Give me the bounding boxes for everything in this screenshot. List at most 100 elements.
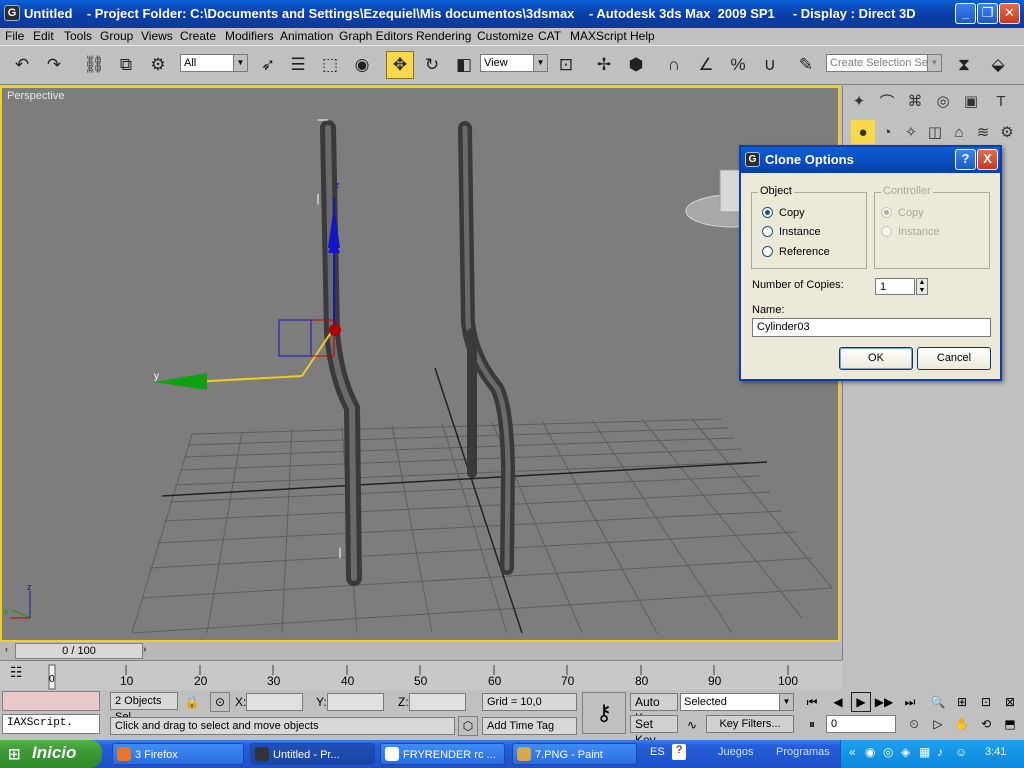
help-button[interactable]: ?	[955, 149, 976, 170]
x-coordinate-field[interactable]	[246, 693, 303, 711]
lights-icon[interactable]: ✧	[899, 120, 923, 144]
menu-create[interactable]: Create	[180, 29, 216, 43]
dialog-close-button[interactable]: X	[977, 149, 998, 170]
absolute-mode-icon[interactable]: ⊙	[210, 692, 230, 712]
display-tab-icon[interactable]: ▣	[959, 89, 983, 113]
mirror-icon[interactable]: ⧗	[950, 51, 978, 79]
close-button[interactable]: ✕	[999, 3, 1020, 24]
selection-set-input[interactable]: Create Selection Set ▼	[826, 54, 942, 72]
select-object-icon[interactable]: ➶	[254, 51, 282, 79]
menu-rendering[interactable]: Rendering	[416, 29, 471, 43]
menu-tools[interactable]: Tools	[64, 29, 92, 43]
go-to-start-icon[interactable]: ⏮	[802, 692, 822, 712]
auto-key-button[interactable]: Auto Key	[630, 693, 678, 725]
zoom-icon[interactable]: 🔍	[928, 692, 948, 712]
bind-space-warp-icon[interactable]: ⚙	[144, 51, 172, 79]
edit-named-selection-icon[interactable]: ✎	[792, 51, 820, 79]
key-mode-toggle-icon[interactable]: ⏸	[802, 714, 822, 734]
undo-icon[interactable]: ↶	[8, 51, 36, 79]
systems-icon[interactable]: ⚙	[995, 120, 1019, 144]
select-and-move-icon[interactable]: ✥	[386, 51, 414, 79]
menu-views[interactable]: Views	[141, 29, 173, 43]
spinner-snap-icon[interactable]: ∪	[756, 51, 784, 79]
next-frame-icon[interactable]: ›	[143, 644, 153, 658]
perspective-viewport[interactable]: Perspective y z z x	[0, 86, 840, 642]
field-of-view-icon[interactable]: ▷	[928, 714, 948, 734]
select-and-scale-icon[interactable]: ◧	[450, 51, 478, 79]
select-by-name-icon[interactable]: ☰	[284, 51, 312, 79]
zoom-extents-icon[interactable]: ⊡	[976, 692, 996, 712]
spacewarps-icon[interactable]: ≋	[971, 120, 995, 144]
motion-tab-icon[interactable]: ◎	[931, 89, 955, 113]
geometry-icon[interactable]: ●	[851, 120, 875, 144]
time-tag-icon[interactable]: ⬡	[458, 716, 478, 736]
select-link-icon[interactable]: ⛓	[80, 51, 108, 79]
tray-network-icon[interactable]: ◎	[883, 745, 893, 759]
menu-edit[interactable]: Edit	[33, 29, 54, 43]
snap-3d-icon[interactable]: ∩	[660, 51, 688, 79]
play-icon[interactable]: ▶	[851, 692, 871, 712]
copies-input[interactable]: 1	[875, 278, 915, 295]
cameras-icon[interactable]: ◫	[923, 120, 947, 144]
key-mode-dropdown[interactable]: Selected ▼	[680, 693, 794, 711]
percent-snap-icon[interactable]: %	[724, 51, 752, 79]
tray-expand-icon[interactable]: «	[849, 745, 856, 759]
maxscript-mini-listener[interactable]: IAXScript.	[2, 714, 100, 734]
track-bar[interactable]: ☷ 0 10 20 30 40 50 60 70 80 90 100	[0, 660, 842, 690]
menu-customize[interactable]: Customize	[477, 29, 534, 43]
task-firefox[interactable]: 3 Firefox	[112, 743, 244, 765]
set-key-icon[interactable]: ⚷	[582, 692, 626, 734]
app-icon[interactable]: G	[4, 5, 20, 21]
angle-snap-icon[interactable]: ∠	[692, 51, 720, 79]
reference-radio[interactable]: Reference	[762, 246, 830, 258]
y-coordinate-field[interactable]	[327, 693, 384, 711]
select-and-rotate-icon[interactable]: ↻	[418, 51, 446, 79]
go-to-end-icon[interactable]: ⏭	[900, 692, 920, 712]
menu-cat[interactable]: CAT	[538, 29, 561, 43]
create-tab-icon[interactable]: ✦	[847, 89, 871, 113]
hierarchy-tab-icon[interactable]: ⌘	[903, 89, 927, 113]
menu-modifiers[interactable]: Modifiers	[225, 29, 274, 43]
key-tangent-icon[interactable]: ∿	[682, 715, 702, 735]
set-key-button[interactable]: Set Key	[630, 715, 678, 747]
maxscript-listener-color[interactable]	[2, 691, 100, 711]
copies-spinner[interactable]: ▲ ▼	[916, 278, 928, 295]
minimize-button[interactable]: _	[955, 3, 976, 24]
redo-icon[interactable]: ↷	[40, 51, 68, 79]
quicklaunch-games[interactable]: Juegos	[718, 746, 753, 758]
menu-maxscript[interactable]: MAXScript	[570, 29, 627, 43]
helpers-icon[interactable]: ⌂	[947, 120, 971, 144]
add-time-tag-button[interactable]: Add Time Tag	[482, 717, 577, 735]
menu-animation[interactable]: Animation	[280, 29, 333, 43]
keyboard-shortcut-icon[interactable]: ⬢	[622, 51, 650, 79]
manipulate-icon[interactable]: ✢	[590, 51, 618, 79]
selection-filter-dropdown[interactable]: All ▼	[180, 54, 248, 72]
start-button[interactable]: ⊞ Inicio	[0, 740, 102, 768]
task-paint[interactable]: 7.PNG - Paint	[512, 743, 637, 765]
instance-radio[interactable]: Instance	[762, 226, 821, 238]
next-frame-button-icon[interactable]: ▶▶	[874, 692, 894, 712]
help-icon[interactable]: ?	[672, 744, 686, 760]
zoom-all-icon[interactable]: ⊞	[952, 692, 972, 712]
pivot-center-icon[interactable]: ⊡	[552, 51, 580, 79]
zoom-extents-all-icon[interactable]: ⊠	[1000, 692, 1020, 712]
shapes-icon[interactable]: ◔	[875, 120, 899, 144]
task-3dsmax[interactable]: Untitled - Pr...	[250, 743, 375, 765]
utilities-tab-icon[interactable]: T	[989, 89, 1013, 113]
key-filters-button[interactable]: Key Filters...	[706, 715, 794, 733]
time-slider[interactable]: ‹ 0 / 100 ›	[0, 642, 842, 660]
reference-coord-dropdown[interactable]: View ▼	[480, 54, 548, 72]
lock-selection-icon[interactable]: 🔒	[182, 692, 202, 712]
maximize-button[interactable]: ❐	[977, 3, 998, 24]
modify-tab-icon[interactable]: ⌒	[875, 89, 899, 113]
ok-button[interactable]: OK	[839, 347, 913, 370]
current-frame-field[interactable]: 0	[826, 715, 896, 733]
menu-group[interactable]: Group	[100, 29, 133, 43]
copy-radio[interactable]: Copy	[762, 207, 805, 219]
tray-app-icon[interactable]: ◉	[865, 745, 875, 759]
cancel-button[interactable]: Cancel	[917, 347, 991, 370]
language-indicator[interactable]: ES	[650, 746, 665, 758]
menu-help[interactable]: Help	[630, 29, 655, 43]
tray-security-icon[interactable]: ◈	[901, 745, 910, 759]
tray-display-icon[interactable]: ▦	[919, 745, 930, 759]
